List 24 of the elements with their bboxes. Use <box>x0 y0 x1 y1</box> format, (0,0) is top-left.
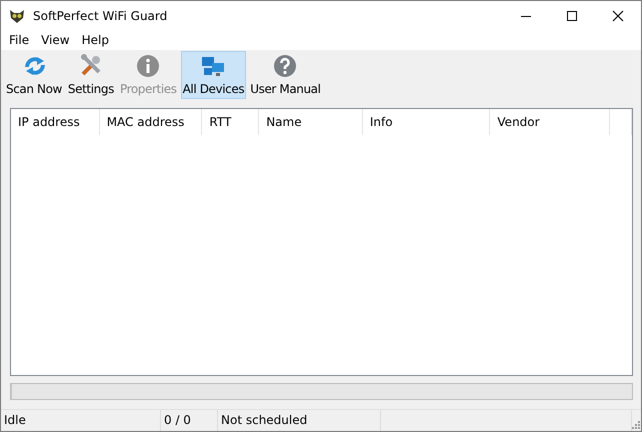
toolbar-button[interactable]: Scan Now <box>4 50 64 98</box>
window-title: SoftPerfect WiFi Guard <box>33 8 168 23</box>
tools-icon <box>78 54 103 78</box>
close-icon[interactable] <box>612 10 624 22</box>
column-header[interactable]: RTT <box>202 108 260 134</box>
status-text: Not scheduled <box>218 410 381 432</box>
column-header[interactable]: MAC address <box>100 108 202 134</box>
column-header[interactable]: IP address <box>11 108 100 134</box>
column-header[interactable]: Vendor <box>490 108 610 134</box>
column-header[interactable]: Name <box>259 108 363 134</box>
toolbar-button[interactable]: Settings <box>66 50 116 98</box>
status-text: Idle <box>1 410 161 432</box>
toolbar-button[interactable]: User Manual <box>248 50 323 98</box>
help-icon <box>273 54 298 78</box>
menu-item[interactable]: File <box>3 33 36 48</box>
resize-grip-icon <box>632 421 640 430</box>
maximize-icon[interactable] <box>566 10 578 22</box>
info-icon <box>136 54 160 78</box>
toolbar-button[interactable]: All Devices <box>180 50 246 98</box>
menu-item[interactable]: Help <box>76 33 115 48</box>
column-header[interactable]: Info <box>362 108 490 134</box>
status-text: 0 / 0 <box>161 410 218 432</box>
owl-icon <box>9 8 25 23</box>
menu-item[interactable]: View <box>35 33 76 48</box>
